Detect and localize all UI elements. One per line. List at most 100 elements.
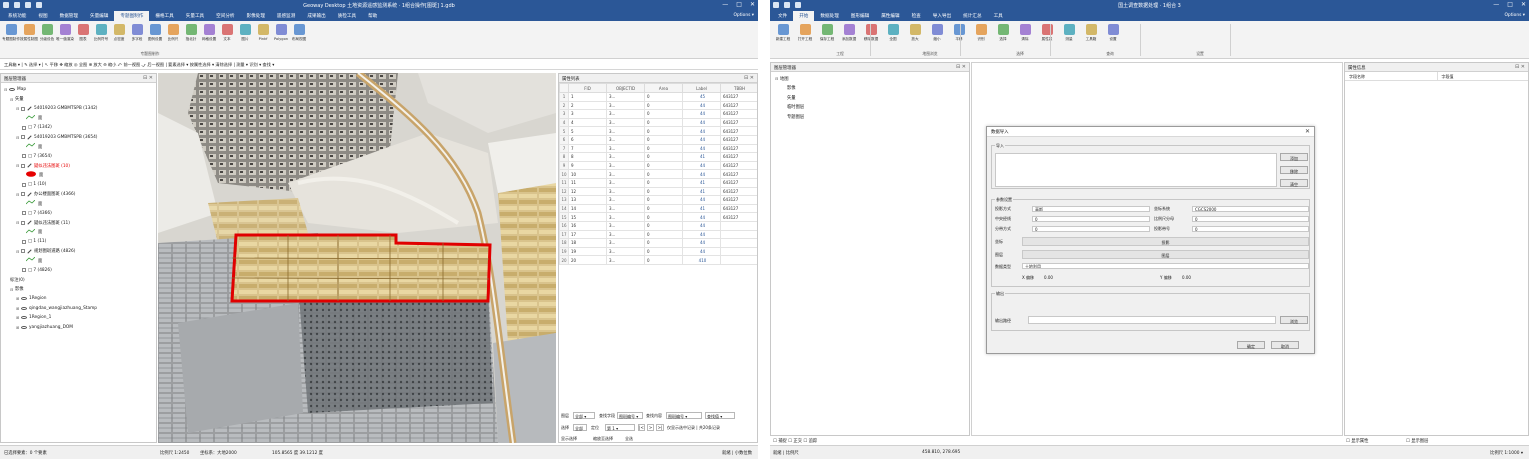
- tree-item[interactable]: 面: [4, 228, 153, 238]
- table-row[interactable]: 6 6 3... 0 44 643127: [559, 134, 757, 145]
- visibility-icon[interactable]: [21, 316, 27, 320]
- close-icon[interactable]: ⊟ ✕: [1515, 64, 1525, 70]
- layer-bar[interactable]: 图层: [1022, 250, 1309, 259]
- ribbon-button[interactable]: 全图: [884, 24, 902, 42]
- value-select[interactable]: 查找值 ▾: [705, 412, 735, 419]
- tree-item[interactable]: ⊟ 疑似违法图斑 (10): [4, 161, 153, 171]
- tree-item[interactable]: ⊟ 54019203 GMBMTSPB (1342): [4, 104, 153, 114]
- menu-item[interactable]: 影像处理: [241, 11, 271, 21]
- scale-input[interactable]: 0: [1192, 216, 1309, 222]
- ribbon-button[interactable]: Polygon: [272, 24, 290, 41]
- ribbon-button[interactable]: 比例符号: [92, 24, 110, 42]
- menu-item[interactable]: 质检工具: [332, 11, 362, 21]
- tree-item[interactable]: □ 7 (4366): [4, 209, 153, 219]
- visibility-icon[interactable]: [21, 297, 27, 301]
- menu-item[interactable]: 专题图制作: [114, 11, 150, 21]
- content-select[interactable]: 图斑编号 ▾: [666, 412, 702, 419]
- ribbon-button[interactable]: 缩小: [928, 24, 946, 42]
- table-row[interactable]: 15 15 3... 0 44 643127: [559, 212, 757, 222]
- ribbon-button[interactable]: 按属性制图: [20, 24, 38, 42]
- tree-item[interactable]: ⊞ qingdao_wangjiazhuang_Stamp: [4, 304, 153, 314]
- menu-item[interactable]: 矢量编辑: [84, 11, 114, 21]
- ribbon-button[interactable]: 图表: [74, 24, 92, 42]
- table-row[interactable]: 13 13 3... 0 44 643127: [559, 195, 757, 205]
- expand-toggle-icon[interactable]: ⊞: [16, 315, 20, 320]
- layer-checkbox[interactable]: [21, 192, 25, 197]
- ribbon-button[interactable]: 多字段: [128, 24, 146, 42]
- ribbon-button[interactable]: 添加数据: [840, 24, 858, 42]
- file-list[interactable]: [995, 153, 1277, 187]
- projection-input[interactable]: 高斯: [1032, 206, 1150, 212]
- options-menu[interactable]: Options ▾: [1504, 13, 1525, 18]
- ribbon-button[interactable]: 网格设置: [200, 24, 218, 42]
- ribbon-button[interactable]: 移除数据: [862, 24, 880, 42]
- menu-item[interactable]: 数据处理: [814, 11, 844, 21]
- table-row[interactable]: 20 20 3... 0 410: [559, 255, 757, 265]
- menu-item[interactable]: 矢量工具: [180, 11, 210, 21]
- tree-item[interactable]: □ 1 (11): [4, 237, 153, 247]
- options-menu[interactable]: Options ▾: [733, 13, 754, 18]
- tree-item[interactable]: 面: [4, 114, 153, 124]
- ribbon-button[interactable]: 属性表: [1038, 24, 1056, 42]
- ribbon-button[interactable]: 选择: [994, 24, 1012, 42]
- map-toolbar[interactable]: 工具箱 ▾ | ✎ 选择 ▾ | ↖ 平移 ✥ 缩放 ◎ 全图 ⊕ 放大 ⊖ 缩…: [0, 59, 758, 70]
- map-view[interactable]: [158, 73, 556, 443]
- layer-checkbox[interactable]: [21, 135, 25, 140]
- menu-item[interactable]: 数据管理: [54, 11, 84, 21]
- tree-item[interactable]: 面: [4, 142, 153, 152]
- ribbon-button[interactable]: 打开工程: [796, 24, 814, 42]
- ribbon-button[interactable]: 平移: [950, 24, 968, 42]
- column-header[interactable]: Label: [682, 83, 721, 93]
- expand-toggle-icon[interactable]: ⊟: [16, 249, 20, 254]
- table-row[interactable]: 2 2 3... 0 44 643127: [559, 100, 757, 111]
- output-path-input[interactable]: [1028, 316, 1276, 324]
- ribbon-button[interactable]: 新建工程: [774, 24, 792, 42]
- column-header[interactable]: [559, 83, 569, 93]
- table-row[interactable]: 9 9 3... 0 44 643127: [559, 160, 757, 171]
- layer-checkbox[interactable]: [22, 154, 26, 159]
- ribbon-button[interactable]: 布局视图: [290, 24, 308, 42]
- layer-checkbox[interactable]: [22, 125, 26, 130]
- table-row[interactable]: 10 10 3... 0 44 643127: [559, 169, 757, 179]
- close-button[interactable]: ✕: [1521, 1, 1526, 8]
- ribbon-button[interactable]: 指北针: [182, 24, 200, 42]
- table-row[interactable]: 18 18 3... 0 44: [559, 238, 757, 248]
- field-select[interactable]: 图斑编号 ▾: [617, 412, 643, 419]
- zoom-to-selection-button[interactable]: 缩放至选择: [593, 436, 613, 442]
- zone-input[interactable]: 0: [1032, 226, 1150, 232]
- ribbon-button[interactable]: 分级设色: [38, 24, 56, 42]
- crs-input[interactable]: CGCS2000: [1192, 206, 1309, 212]
- layer-select[interactable]: 全部 ▾: [573, 412, 595, 419]
- ribbon-button[interactable]: 文本: [218, 24, 236, 42]
- ribbon-button[interactable]: 清除: [1016, 24, 1034, 42]
- table-row[interactable]: 14 14 3... 0 41 643127: [559, 203, 757, 214]
- tree-item[interactable]: 标注(0): [4, 275, 153, 285]
- ribbon-button[interactable]: 放大: [906, 24, 924, 42]
- select-all-button[interactable]: 全部: [573, 424, 587, 431]
- projection-bar[interactable]: 投影: [1022, 237, 1309, 246]
- tree-item[interactable]: 面: [4, 199, 153, 209]
- table-row[interactable]: 7 7 3... 0 44 643127: [559, 143, 757, 154]
- menu-item[interactable]: 工具: [988, 11, 1009, 21]
- ribbon-button[interactable]: 图例设置: [146, 24, 164, 42]
- layer-checkbox[interactable]: [21, 163, 25, 168]
- tree-item[interactable]: ⊞ 1Region_1: [4, 313, 153, 323]
- tree-item[interactable]: ⊟ 54019203 GMBMTSPB (3654): [4, 133, 153, 143]
- menu-item[interactable]: 统计汇总: [957, 11, 987, 21]
- close-button[interactable]: ✕: [750, 1, 755, 8]
- table-row[interactable]: 16 16 3... 0 44: [559, 220, 757, 231]
- cancel-button[interactable]: 取消: [1271, 341, 1299, 349]
- tree-item[interactable]: 面: [4, 256, 153, 266]
- visibility-icon[interactable]: [21, 306, 27, 310]
- last-page-button[interactable]: >|: [656, 424, 664, 431]
- expand-toggle-icon[interactable]: ⊟: [16, 135, 20, 140]
- menu-item[interactable]: 遥感监测: [271, 11, 301, 21]
- pin-icon[interactable]: ⊟ ✕: [143, 75, 153, 81]
- ribbon-button[interactable]: 唯一值渲染: [56, 24, 74, 42]
- ribbon-button[interactable]: 测量: [1060, 24, 1078, 42]
- expand-toggle-icon[interactable]: ⊟: [775, 76, 779, 81]
- table-row[interactable]: 12 12 3... 0 41 643127: [559, 186, 757, 197]
- column-header[interactable]: FID: [568, 83, 607, 93]
- menu-item[interactable]: 空间分析: [210, 11, 240, 21]
- expand-toggle-icon[interactable]: ⊟: [10, 97, 14, 102]
